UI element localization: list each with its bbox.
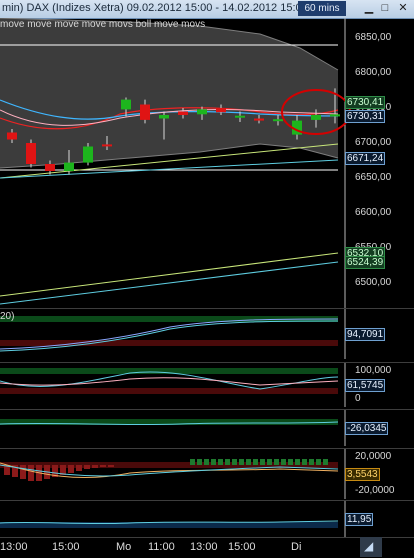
y-tick-0: 6850,00 (355, 32, 392, 43)
maximize-icon[interactable]: □ (378, 2, 392, 15)
indicator-line (0, 377, 339, 386)
histogram-bar (295, 459, 300, 465)
histogram-bar (281, 459, 286, 465)
histogram-bar (100, 465, 106, 467)
histogram-bar (92, 465, 98, 468)
histogram-bar (211, 459, 216, 465)
histogram-bar (302, 459, 307, 465)
trend-line-lower (0, 252, 339, 297)
time-axis: 13:00 15:00 Mo 11:00 13:00 15:00 Di (0, 537, 414, 558)
x-tick-2: Mo (116, 541, 132, 553)
histogram-bar (274, 459, 279, 465)
indicator-line (0, 371, 339, 390)
indicator-panel-1[interactable]: 100,000 0 61,5745 (0, 362, 414, 407)
price-marker-2: 6671,24 (345, 152, 386, 165)
candle-body (7, 132, 17, 140)
y-tick-5: 6600,00 (355, 207, 392, 218)
trend-line-lowest (0, 261, 339, 305)
indicator-panel-4[interactable]: 11,95 (0, 500, 414, 537)
y-tick-4: 6650,00 (355, 172, 392, 183)
histogram-bar (218, 459, 223, 465)
panel-tick: 20,0000 (355, 451, 392, 462)
window-title: min) DAX (Indizes Xetra) 09.02.2012 15:0… (2, 2, 308, 14)
chart-corner: ◢ (360, 537, 382, 557)
x-tick-4: 13:00 (190, 541, 218, 553)
bollinger-band-fill (0, 18, 338, 168)
close-icon[interactable]: ✕ (396, 2, 410, 15)
histogram-bar (28, 465, 34, 481)
indicator-panel-2[interactable]: -26,0345 (0, 409, 414, 446)
candle-body (254, 118, 264, 121)
panel-tick: -20,0000 (355, 485, 395, 496)
candle-body (45, 164, 55, 171)
panel-value-marker: 3,5543 (345, 468, 380, 481)
histogram-bar (232, 459, 237, 465)
histogram-bar (108, 465, 114, 467)
panel-value-marker: 61,5745 (345, 379, 386, 392)
price-marker-4: 6524,39 (345, 256, 386, 269)
histogram-bar (253, 459, 258, 465)
histogram-bar (323, 459, 328, 465)
chart-window-titlebar[interactable]: min) DAX (Indizes Xetra) 09.02.2012 15:0… (0, 0, 414, 19)
x-tick-1: 15:00 (52, 541, 80, 553)
indicator-legend: move move move move movs boll move movs (0, 19, 206, 30)
panel-value-marker: -26,0345 (345, 422, 389, 435)
indicator-band (0, 340, 338, 346)
candle-body (197, 109, 207, 115)
candle-body (311, 115, 321, 120)
candle-body (121, 99, 131, 110)
scroll-arrow-icon[interactable]: ◢ (364, 539, 373, 553)
histogram-bar (309, 459, 314, 465)
y-tick-7: 6500,00 (355, 277, 392, 288)
panel-value-marker: 11,95 (345, 513, 374, 526)
candle-body (64, 162, 74, 171)
price-marker-1: 6730,31 (345, 110, 386, 123)
histogram-bar (267, 459, 272, 465)
candle-body (140, 104, 150, 120)
histogram-bar (76, 465, 82, 471)
candle-body (216, 108, 226, 113)
y-tick-3: 6700,00 (355, 137, 392, 148)
candle-body (83, 146, 93, 163)
indicator-line (0, 320, 339, 352)
timeframe-badge[interactable]: 60 mins (298, 1, 346, 16)
candle-body (273, 119, 283, 122)
histogram-bar (246, 459, 251, 465)
price-marker-0: 6730,41 (345, 96, 386, 109)
candle-body (26, 143, 36, 164)
histogram-bar (84, 465, 90, 469)
histogram-bar (316, 459, 321, 465)
panel-tick: 100,000 (355, 365, 392, 376)
candle-body (330, 114, 340, 117)
histogram-bar (68, 465, 74, 473)
panel-value-marker: 94,7091 (345, 328, 386, 341)
indicator-panel-0[interactable]: 20) 94,7091 (0, 308, 414, 359)
histogram-bar (288, 459, 293, 465)
candle-body (159, 115, 169, 119)
indicator-panel-3[interactable]: 20,0000 -20,0000 3,5543 (0, 448, 414, 499)
histogram-bar (239, 459, 244, 465)
histogram-bar (260, 459, 265, 465)
histogram-bar (20, 465, 26, 479)
x-tick-0: 13:00 (0, 541, 28, 553)
panel-tick: 0 (355, 393, 361, 404)
candle-body (102, 144, 112, 147)
minimize-icon[interactable]: ▁ (362, 2, 376, 15)
histogram-bar (225, 459, 230, 465)
x-tick-3: 11:00 (148, 541, 175, 553)
candle-body (235, 115, 245, 118)
panel-label: 20) (0, 311, 15, 322)
indicator-band (0, 388, 338, 394)
candle-body (178, 111, 188, 115)
x-tick-6: Di (291, 541, 302, 553)
y-tick-1: 6800,00 (355, 67, 392, 78)
histogram-bar (197, 459, 202, 465)
histogram-bar (204, 459, 209, 465)
histogram-bar (190, 459, 195, 465)
x-tick-5: 15:00 (228, 541, 256, 553)
price-chart-pane[interactable]: move move move move movs boll move movs … (0, 18, 414, 308)
